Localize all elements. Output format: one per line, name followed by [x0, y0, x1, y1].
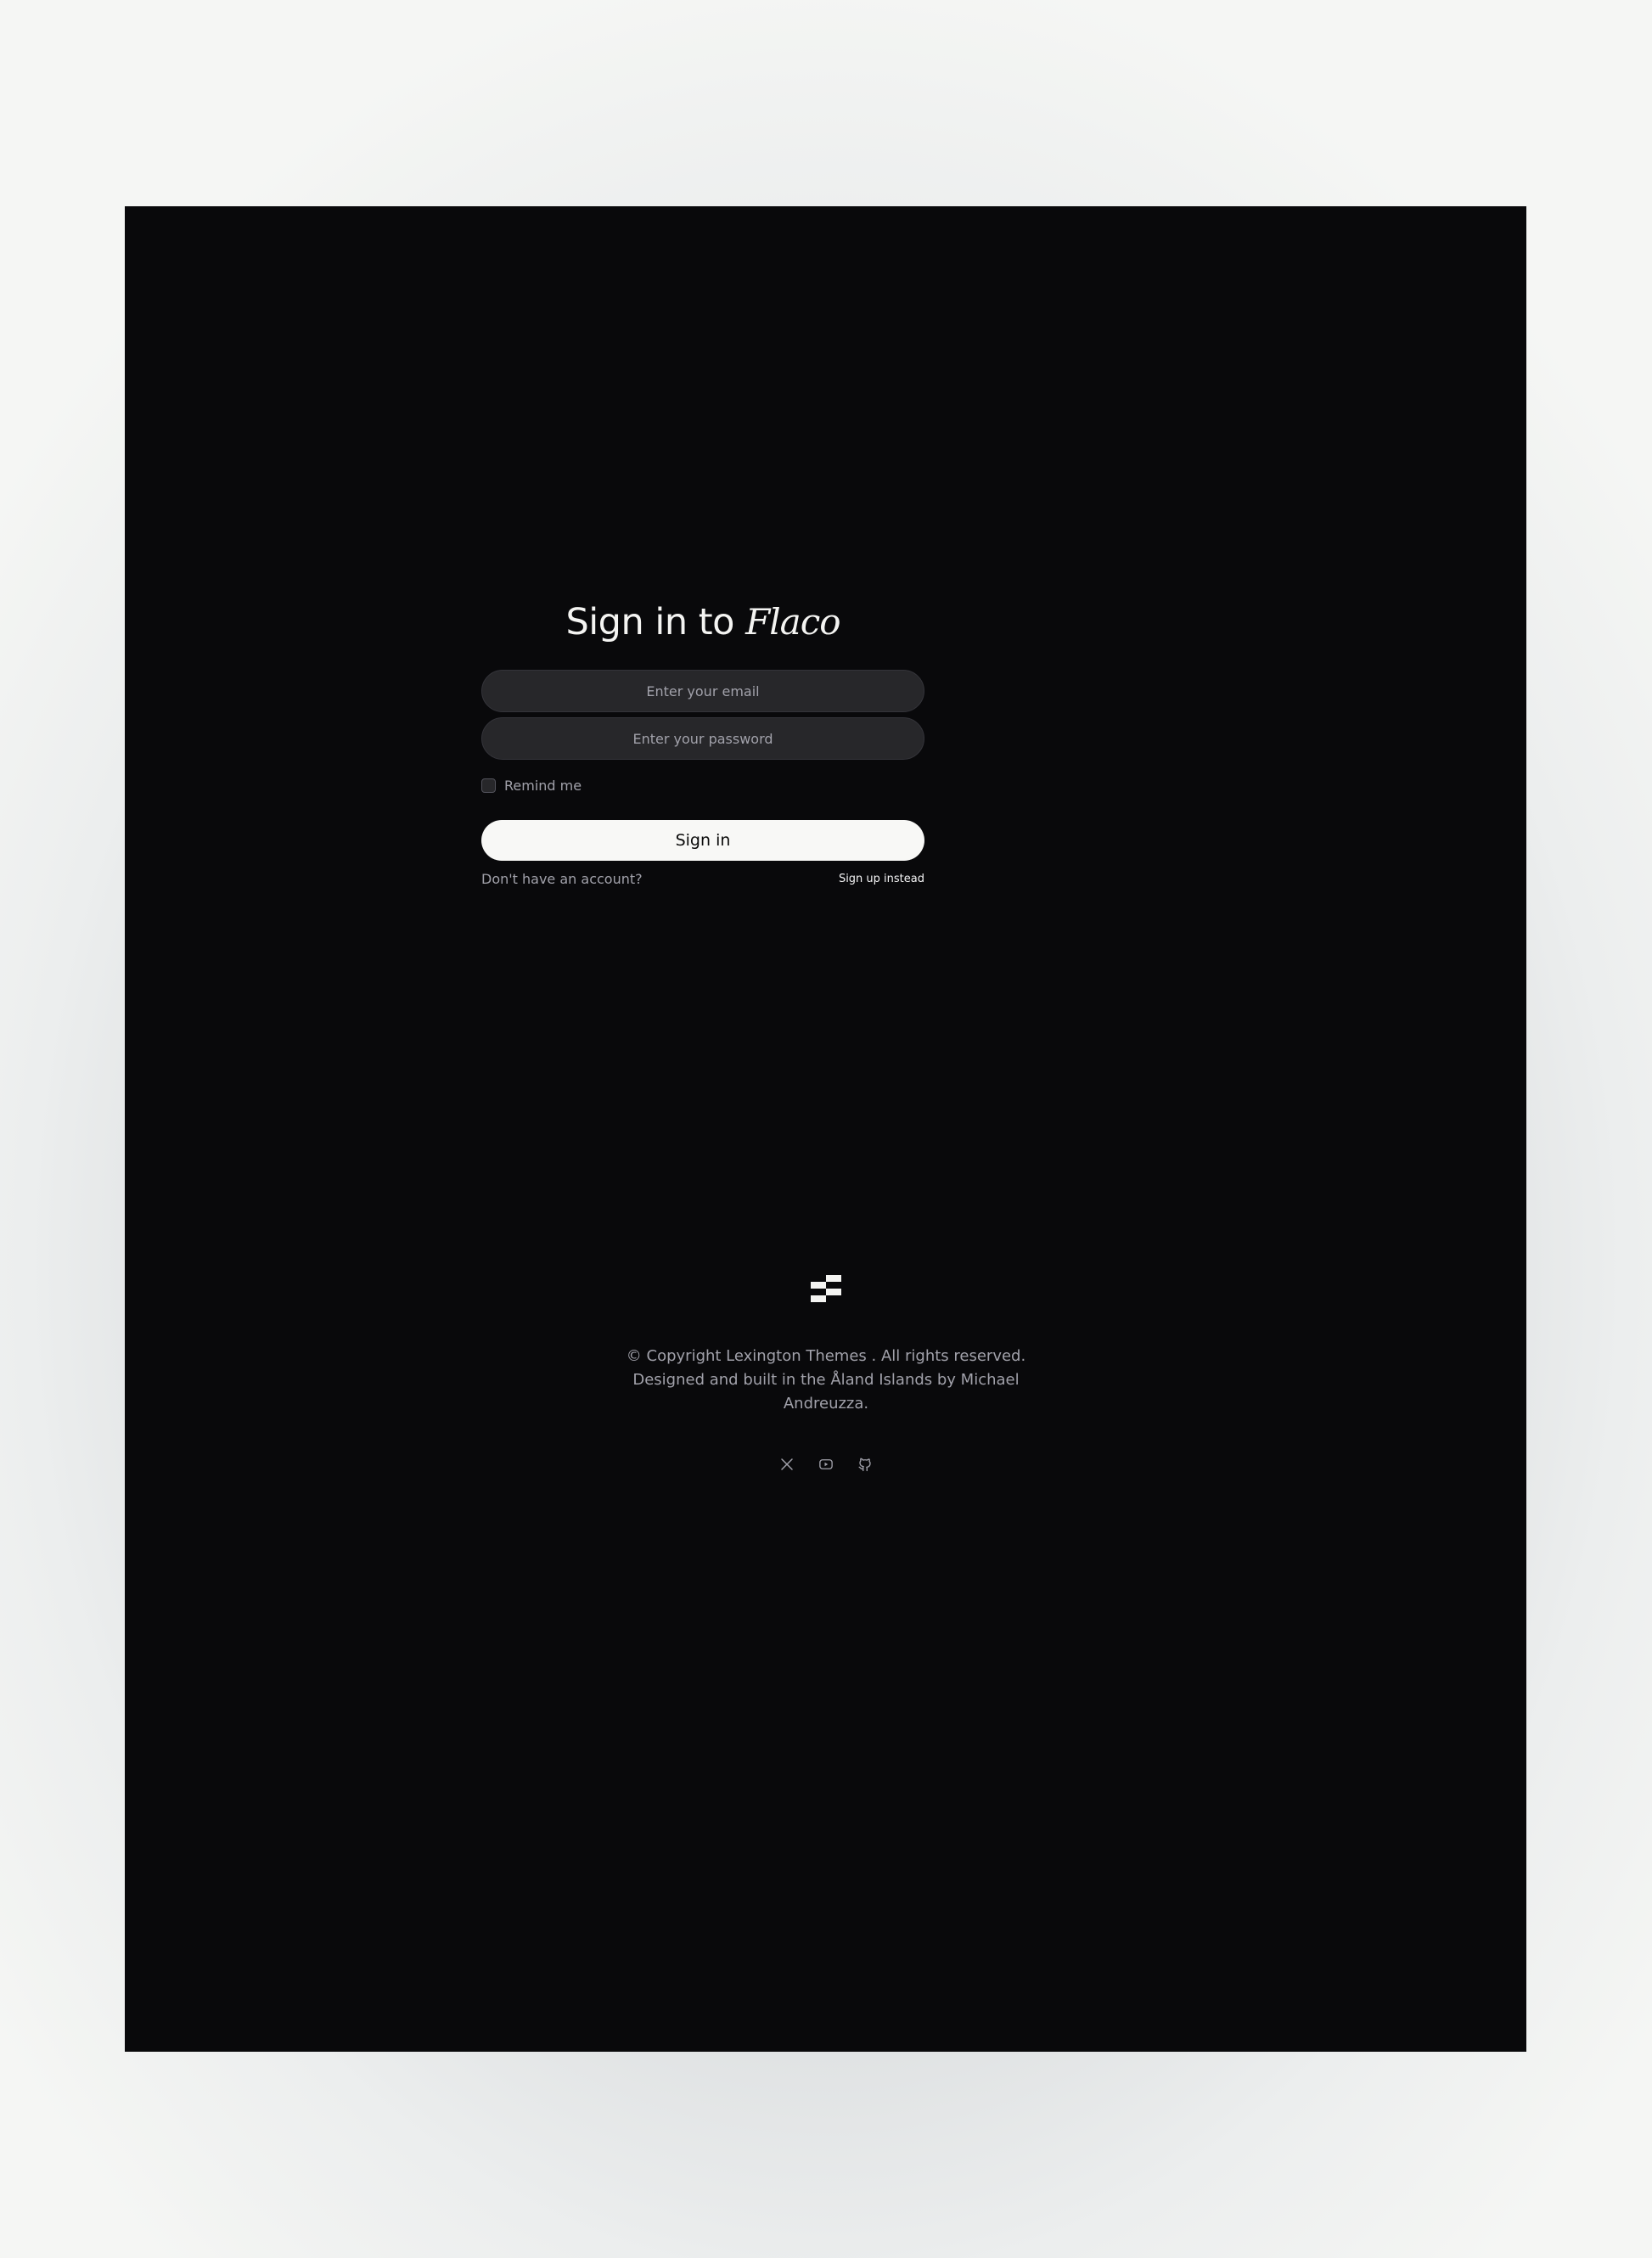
- brand-name: Flaco: [745, 601, 840, 643]
- x-icon[interactable]: [779, 1457, 795, 1472]
- github-icon[interactable]: [857, 1457, 873, 1472]
- password-field[interactable]: [481, 717, 924, 760]
- youtube-icon[interactable]: [818, 1457, 834, 1472]
- page-title: Sign in to Flaco: [481, 598, 924, 646]
- no-account-text: Don't have an account?: [481, 870, 643, 887]
- email-field[interactable]: [481, 670, 924, 712]
- signup-prompt-row: Don't have an account? Sign up instead: [481, 869, 924, 888]
- sign-in-button[interactable]: Sign in: [481, 820, 924, 861]
- remember-me-checkbox[interactable]: [481, 778, 496, 793]
- social-links: [0, 1457, 1652, 1472]
- sign-up-link[interactable]: Sign up instead: [839, 873, 924, 885]
- browser-frame: [125, 206, 1526, 2052]
- stacked-bars-logo-icon[interactable]: [809, 1273, 843, 1307]
- title-prefix: Sign in to: [565, 601, 734, 643]
- copyright-text: © Copyright Lexington Themes . All right…: [626, 1347, 1026, 1413]
- remember-me-label: Remind me: [504, 777, 582, 794]
- remember-me-row: Remind me: [481, 775, 924, 795]
- sign-in-form: Sign in to Flaco Remind me Sign in Don't…: [481, 598, 924, 888]
- footer: © Copyright Lexington Themes . All right…: [0, 1273, 1652, 1472]
